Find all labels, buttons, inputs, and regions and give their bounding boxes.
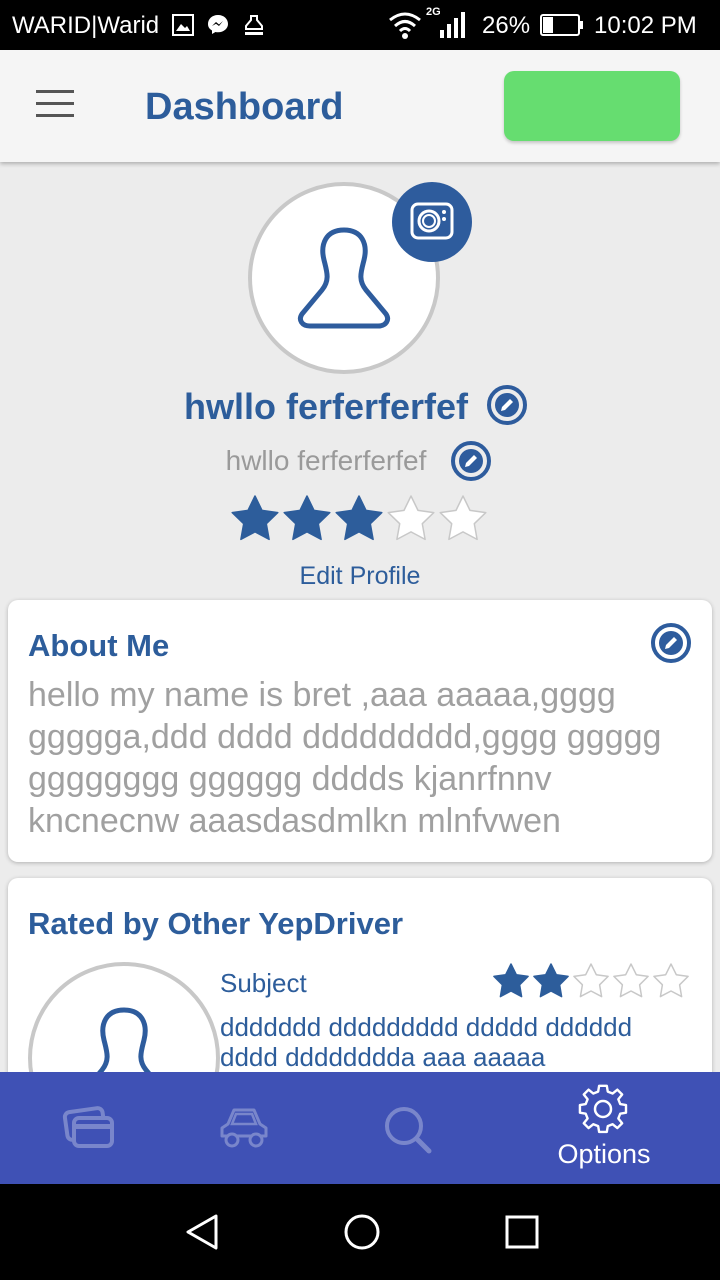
nav-item-car[interactable] <box>154 1072 334 1184</box>
system-nav-bar <box>0 1184 720 1280</box>
star-empty-icon <box>439 495 487 541</box>
profile-name: hwllo ferferferfef <box>183 386 469 427</box>
nav-item-search[interactable] <box>318 1072 498 1184</box>
battery-percent: 26% <box>482 12 531 39</box>
camera-icon <box>410 202 454 240</box>
star-empty-icon <box>613 963 649 998</box>
back-button[interactable] <box>184 1212 220 1257</box>
edit-about-icon[interactable] <box>650 622 692 669</box>
home-button[interactable] <box>342 1212 382 1257</box>
profile-rating <box>230 494 488 549</box>
edit-profile-link[interactable]: Edit Profile <box>0 562 720 591</box>
edit-name-icon[interactable] <box>486 384 528 431</box>
edit-username-icon[interactable] <box>450 440 492 487</box>
nav-item-options[interactable]: Options <box>514 1072 694 1184</box>
car-icon <box>220 1108 268 1148</box>
star-empty-icon <box>387 495 435 541</box>
star-filled-icon <box>231 495 279 541</box>
app-bar: Dashboard <box>0 50 720 162</box>
nav-label-options: Options <box>557 1139 651 1169</box>
recents-button[interactable] <box>504 1212 540 1257</box>
status-bar: WARID|Warid 2G 26% 10:02 PM <box>0 0 720 50</box>
recents-icon <box>505 1215 539 1249</box>
star-filled-icon <box>335 495 383 541</box>
clock: 10:02 PM <box>594 12 697 39</box>
page-title: Dashboard <box>145 86 344 128</box>
gear-icon <box>578 1084 628 1134</box>
nav-item-cards[interactable] <box>0 1072 180 1184</box>
home-icon <box>344 1214 380 1250</box>
star-filled-icon <box>283 495 331 541</box>
profile-username: hwllo ferferferfef <box>225 445 427 476</box>
cards-icon <box>62 1106 114 1148</box>
review-text: ddddddd ddddddddd ddddd dddddd dddd dddd… <box>220 1012 633 1072</box>
review-rating <box>492 962 690 1005</box>
about-title: About Me <box>28 628 170 663</box>
about-card: About Me hello my name is bret ,aaa aaaa… <box>8 600 712 862</box>
bottom-nav: Options <box>0 1072 720 1184</box>
menu-icon[interactable] <box>36 90 76 120</box>
search-icon <box>385 1107 432 1154</box>
messenger-icon <box>206 13 230 42</box>
notification-icon <box>242 13 266 42</box>
star-filled-icon <box>533 963 569 998</box>
change-photo-button[interactable] <box>392 182 472 262</box>
gallery-icon <box>171 13 195 42</box>
signal-icon <box>438 10 468 45</box>
rated-title: Rated by Other YepDriver <box>28 906 404 941</box>
star-empty-icon <box>573 963 609 998</box>
status-button[interactable] <box>504 71 680 141</box>
wifi-icon <box>388 10 422 45</box>
star-empty-icon <box>653 963 689 998</box>
about-text: hello my name is bret ,aaa aaaaa,gggg gg… <box>28 676 662 840</box>
back-icon <box>186 1214 218 1250</box>
carrier-name: WARID|Warid <box>12 12 160 39</box>
battery-icon <box>540 14 584 41</box>
review-subject: Subject <box>220 968 307 998</box>
star-filled-icon <box>493 963 529 998</box>
